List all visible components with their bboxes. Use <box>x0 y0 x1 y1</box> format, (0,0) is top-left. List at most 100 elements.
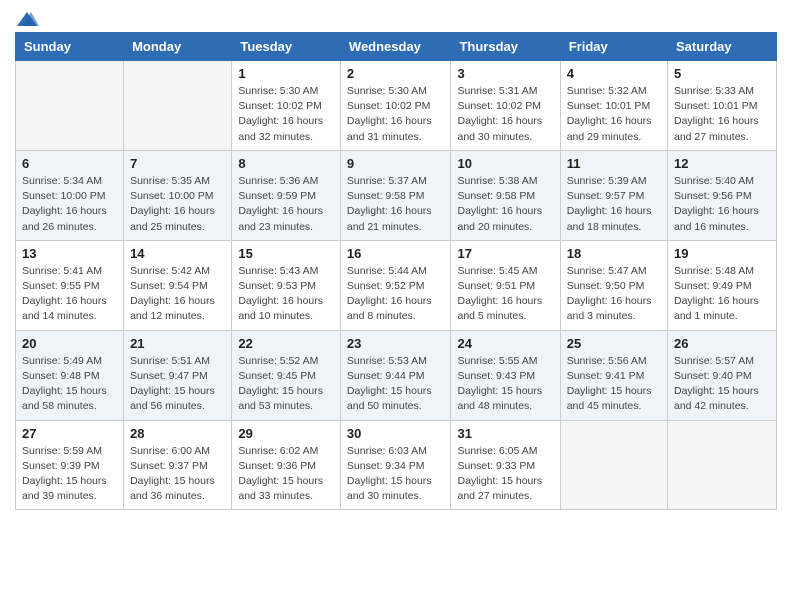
day-number: 17 <box>457 246 553 261</box>
calendar-header-row: SundayMondayTuesdayWednesdayThursdayFrid… <box>16 33 777 61</box>
calendar-week-row: 20Sunrise: 5:49 AM Sunset: 9:48 PM Dayli… <box>16 330 777 420</box>
calendar-cell <box>16 61 124 151</box>
calendar-cell: 20Sunrise: 5:49 AM Sunset: 9:48 PM Dayli… <box>16 330 124 420</box>
day-number: 4 <box>567 66 661 81</box>
day-detail: Sunrise: 5:30 AM Sunset: 10:02 PM Daylig… <box>238 84 334 145</box>
column-header-tuesday: Tuesday <box>232 33 341 61</box>
calendar-cell: 2 Sunrise: 5:30 AM Sunset: 10:02 PM Dayli… <box>340 61 451 151</box>
day-detail: Sunrise: 5:44 AM Sunset: 9:52 PM Dayligh… <box>347 264 445 325</box>
day-detail: Sunrise: 5:47 AM Sunset: 9:50 PM Dayligh… <box>567 264 661 325</box>
calendar-cell: 18 Sunrise: 5:47 AM Sunset: 9:50 PM Dayli… <box>560 240 667 330</box>
day-number: 26 <box>674 336 770 351</box>
day-detail: Sunrise: 6:03 AM Sunset: 9:34 PM Dayligh… <box>347 444 445 505</box>
day-number: 11 <box>567 156 661 171</box>
calendar-cell: 17 Sunrise: 5:45 AM Sunset: 9:51 PM Dayli… <box>451 240 560 330</box>
day-number: 12 <box>674 156 770 171</box>
day-number: 27 <box>22 426 117 441</box>
calendar-cell <box>124 61 232 151</box>
day-number: 19 <box>674 246 770 261</box>
day-detail: Sunrise: 5:37 AM Sunset: 9:58 PM Dayligh… <box>347 174 445 235</box>
calendar-cell: 31Sunrise: 6:05 AM Sunset: 9:33 PM Dayli… <box>451 420 560 510</box>
calendar-cell: 9 Sunrise: 5:37 AM Sunset: 9:58 PM Daylig… <box>340 150 451 240</box>
calendar-week-row: 27 Sunrise: 5:59 AM Sunset: 9:39 PM Dayli… <box>16 420 777 510</box>
day-number: 14 <box>130 246 225 261</box>
day-detail: Sunrise: 5:43 AM Sunset: 9:53 PM Dayligh… <box>238 264 334 325</box>
calendar-week-row: 6 Sunrise: 5:34 AM Sunset: 10:00 PM Dayli… <box>16 150 777 240</box>
day-number: 18 <box>567 246 661 261</box>
calendar-week-row: 1 Sunrise: 5:30 AM Sunset: 10:02 PM Dayli… <box>16 61 777 151</box>
day-number: 23 <box>347 336 445 351</box>
column-header-saturday: Saturday <box>668 33 777 61</box>
calendar-cell <box>668 420 777 510</box>
day-detail: Sunrise: 5:38 AM Sunset: 9:58 PM Dayligh… <box>457 174 553 235</box>
calendar-cell: 8Sunrise: 5:36 AM Sunset: 9:59 PM Daylig… <box>232 150 341 240</box>
day-number: 15 <box>238 246 334 261</box>
calendar-cell: 28Sunrise: 6:00 AM Sunset: 9:37 PM Dayli… <box>124 420 232 510</box>
day-detail: Sunrise: 5:34 AM Sunset: 10:00 PM Daylig… <box>22 174 117 235</box>
calendar-cell: 21 Sunrise: 5:51 AM Sunset: 9:47 PM Dayli… <box>124 330 232 420</box>
calendar-cell: 1 Sunrise: 5:30 AM Sunset: 10:02 PM Dayli… <box>232 61 341 151</box>
calendar-cell: 5Sunrise: 5:33 AM Sunset: 10:01 PM Dayli… <box>668 61 777 151</box>
day-number: 13 <box>22 246 117 261</box>
day-number: 24 <box>457 336 553 351</box>
calendar-cell: 11 Sunrise: 5:39 AM Sunset: 9:57 PM Dayli… <box>560 150 667 240</box>
day-number: 31 <box>457 426 553 441</box>
calendar-cell: 14 Sunrise: 5:42 AM Sunset: 9:54 PM Dayli… <box>124 240 232 330</box>
day-number: 9 <box>347 156 445 171</box>
calendar-cell: 13 Sunrise: 5:41 AM Sunset: 9:55 PM Dayli… <box>16 240 124 330</box>
day-detail: Sunrise: 5:41 AM Sunset: 9:55 PM Dayligh… <box>22 264 117 325</box>
day-detail: Sunrise: 6:02 AM Sunset: 9:36 PM Dayligh… <box>238 444 334 505</box>
calendar-cell <box>560 420 667 510</box>
day-detail: Sunrise: 5:42 AM Sunset: 9:54 PM Dayligh… <box>130 264 225 325</box>
column-header-sunday: Sunday <box>16 33 124 61</box>
day-number: 16 <box>347 246 445 261</box>
calendar-cell: 30 Sunrise: 6:03 AM Sunset: 9:34 PM Dayli… <box>340 420 451 510</box>
day-detail: Sunrise: 5:32 AM Sunset: 10:01 PM Daylig… <box>567 84 661 145</box>
day-detail: Sunrise: 5:48 AM Sunset: 9:49 PM Dayligh… <box>674 264 770 325</box>
logo <box>15 10 39 24</box>
day-detail: Sunrise: 5:31 AM Sunset: 10:02 PM Daylig… <box>457 84 553 145</box>
day-detail: Sunrise: 5:56 AM Sunset: 9:41 PM Dayligh… <box>567 354 661 415</box>
day-detail: Sunrise: 5:57 AM Sunset: 9:40 PM Dayligh… <box>674 354 770 415</box>
header <box>15 10 777 24</box>
logo-icon <box>17 10 39 28</box>
day-number: 6 <box>22 156 117 171</box>
day-number: 20 <box>22 336 117 351</box>
column-header-wednesday: Wednesday <box>340 33 451 61</box>
calendar-cell: 15 Sunrise: 5:43 AM Sunset: 9:53 PM Dayli… <box>232 240 341 330</box>
day-number: 30 <box>347 426 445 441</box>
day-detail: Sunrise: 5:35 AM Sunset: 10:00 PM Daylig… <box>130 174 225 235</box>
day-number: 1 <box>238 66 334 81</box>
day-number: 10 <box>457 156 553 171</box>
calendar: SundayMondayTuesdayWednesdayThursdayFrid… <box>15 32 777 510</box>
day-detail: Sunrise: 5:55 AM Sunset: 9:43 PM Dayligh… <box>457 354 553 415</box>
day-number: 22 <box>238 336 334 351</box>
calendar-cell: 3 Sunrise: 5:31 AM Sunset: 10:02 PM Dayli… <box>451 61 560 151</box>
day-detail: Sunrise: 6:00 AM Sunset: 9:37 PM Dayligh… <box>130 444 225 505</box>
calendar-cell: 16 Sunrise: 5:44 AM Sunset: 9:52 PM Dayli… <box>340 240 451 330</box>
day-number: 21 <box>130 336 225 351</box>
day-detail: Sunrise: 5:59 AM Sunset: 9:39 PM Dayligh… <box>22 444 117 505</box>
day-detail: Sunrise: 5:36 AM Sunset: 9:59 PM Dayligh… <box>238 174 334 235</box>
day-detail: Sunrise: 5:51 AM Sunset: 9:47 PM Dayligh… <box>130 354 225 415</box>
calendar-cell: 6 Sunrise: 5:34 AM Sunset: 10:00 PM Dayli… <box>16 150 124 240</box>
day-detail: Sunrise: 5:40 AM Sunset: 9:56 PM Dayligh… <box>674 174 770 235</box>
day-detail: Sunrise: 5:39 AM Sunset: 9:57 PM Dayligh… <box>567 174 661 235</box>
day-number: 2 <box>347 66 445 81</box>
calendar-cell: 22Sunrise: 5:52 AM Sunset: 9:45 PM Dayli… <box>232 330 341 420</box>
day-number: 5 <box>674 66 770 81</box>
column-header-thursday: Thursday <box>451 33 560 61</box>
day-detail: Sunrise: 5:30 AM Sunset: 10:02 PM Daylig… <box>347 84 445 145</box>
calendar-week-row: 13 Sunrise: 5:41 AM Sunset: 9:55 PM Dayli… <box>16 240 777 330</box>
day-detail: Sunrise: 5:45 AM Sunset: 9:51 PM Dayligh… <box>457 264 553 325</box>
calendar-cell: 7Sunrise: 5:35 AM Sunset: 10:00 PM Dayli… <box>124 150 232 240</box>
calendar-cell: 24 Sunrise: 5:55 AM Sunset: 9:43 PM Dayli… <box>451 330 560 420</box>
calendar-cell: 19 Sunrise: 5:48 AM Sunset: 9:49 PM Dayli… <box>668 240 777 330</box>
day-number: 29 <box>238 426 334 441</box>
page: SundayMondayTuesdayWednesdayThursdayFrid… <box>0 0 792 525</box>
calendar-cell: 25Sunrise: 5:56 AM Sunset: 9:41 PM Dayli… <box>560 330 667 420</box>
day-number: 3 <box>457 66 553 81</box>
calendar-cell: 26 Sunrise: 5:57 AM Sunset: 9:40 PM Dayli… <box>668 330 777 420</box>
calendar-cell: 10 Sunrise: 5:38 AM Sunset: 9:58 PM Dayli… <box>451 150 560 240</box>
calendar-cell: 27 Sunrise: 5:59 AM Sunset: 9:39 PM Dayli… <box>16 420 124 510</box>
